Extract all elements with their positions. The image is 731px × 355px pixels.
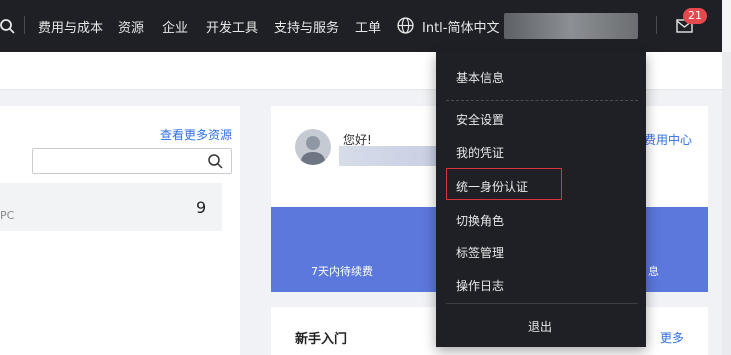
resource-count: 9 — [196, 198, 207, 217]
menu-item-switch-role[interactable]: 切换角色 — [456, 212, 504, 229]
nav-divider — [656, 16, 657, 34]
billing-center-link[interactable]: 费用中心 — [644, 131, 692, 148]
top-navbar: 费用与成本 资源 企业 开发工具 支持与服务 工单 Intl-简体中文 21 — [0, 0, 731, 52]
avatar — [295, 129, 331, 165]
notification-badge: 21 — [683, 8, 707, 24]
menu-divider — [446, 303, 638, 304]
view-more-resources-link[interactable]: 查看更多资源 — [160, 126, 232, 143]
nav-item-enterprise[interactable]: 企业 — [162, 17, 188, 36]
menu-item-operation-log[interactable]: 操作日志 — [456, 277, 504, 294]
user-account-menu[interactable] — [504, 13, 638, 39]
menu-item-basic-info[interactable]: 基本信息 — [456, 69, 504, 86]
logout-button[interactable]: 退出 — [528, 318, 552, 335]
nav-item-tickets[interactable]: 工单 — [355, 17, 381, 36]
menu-divider — [446, 100, 638, 101]
menu-item-security-settings[interactable]: 安全设置 — [456, 111, 504, 128]
messages-label: 息 — [648, 265, 659, 278]
menu-item-tag-management[interactable]: 标签管理 — [456, 244, 504, 261]
nav-item-resources[interactable]: 资源 — [118, 17, 144, 36]
username-redacted — [339, 146, 439, 166]
nav-item-billing[interactable]: 费用与成本 — [38, 17, 103, 36]
resource-search-input[interactable] — [32, 148, 232, 174]
resource-label: PC — [0, 209, 15, 222]
menu-item-credentials[interactable]: 我的凭证 — [456, 144, 504, 161]
getting-started-more-link[interactable]: 更多 — [660, 329, 684, 346]
globe-icon[interactable] — [397, 17, 414, 34]
language-selector[interactable]: Intl-简体中文 — [422, 17, 499, 36]
nav-divider — [24, 16, 25, 34]
nav-item-support[interactable]: 支持与服务 — [274, 17, 339, 36]
renewal-label: 7天内待续费 — [311, 265, 373, 278]
user-avatar-icon — [300, 136, 326, 165]
menu-item-iam[interactable]: 统一身份认证 — [456, 178, 528, 195]
getting-started-title: 新手入门 — [295, 332, 348, 347]
nav-item-devtools[interactable]: 开发工具 — [206, 17, 258, 36]
search-icon[interactable] — [0, 18, 16, 34]
search-icon[interactable] — [207, 153, 223, 169]
resource-row[interactable]: PC 9 — [0, 183, 222, 231]
